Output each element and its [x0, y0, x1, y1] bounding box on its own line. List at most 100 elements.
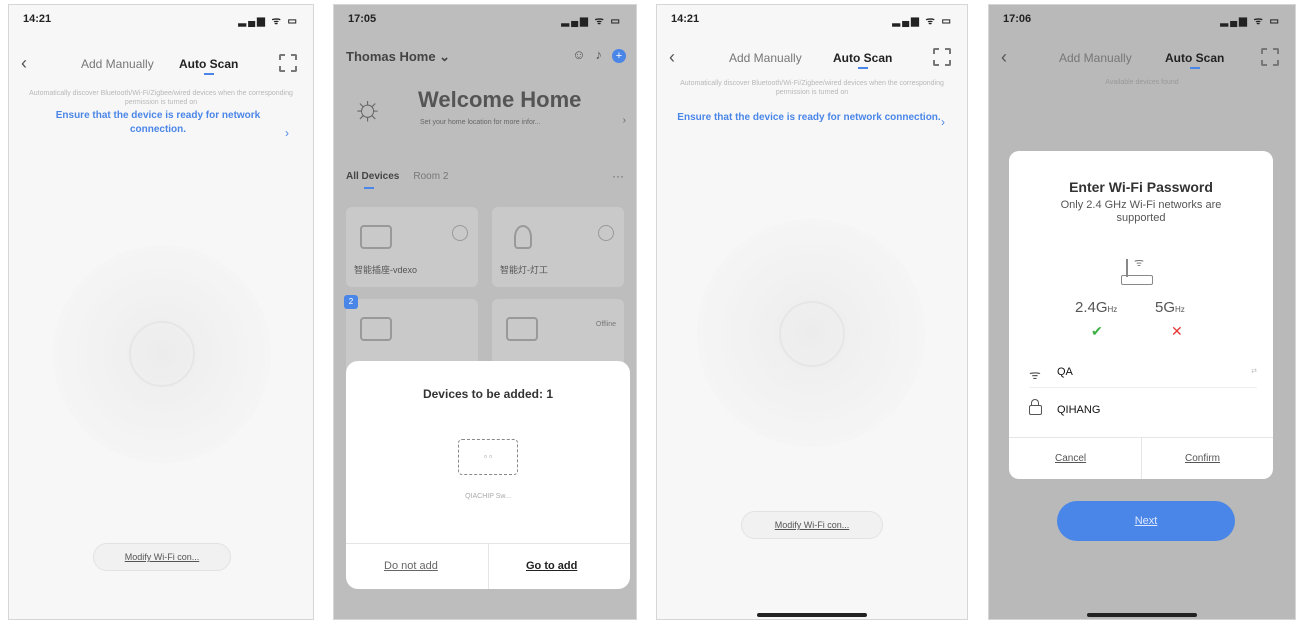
status-time: 14:21 — [23, 13, 52, 25]
tab-indicator — [1190, 67, 1200, 69]
tab-all-devices[interactable]: All Devices — [346, 171, 399, 182]
permission-hint: Automatically discover Bluetooth/Wi-Fi/Z… — [680, 80, 944, 96]
band-5ghz: 5GHz — [1155, 299, 1185, 316]
status-icons: ▂▄▆ ᯤ ▭ — [892, 16, 953, 27]
confirm-button[interactable]: Confirm — [1185, 453, 1220, 464]
wifi-ssid-field[interactable]: ᯤ QA ⇄ — [1029, 359, 1257, 388]
radar-center — [779, 301, 845, 367]
tab-add-manually[interactable]: Add Manually — [81, 57, 154, 71]
cross-icon: ✕ — [1171, 323, 1183, 339]
add-device-icon[interactable]: + — [612, 49, 626, 63]
switch-icon — [360, 317, 392, 341]
chevron-right-icon: › — [285, 126, 289, 140]
power-icon[interactable] — [452, 225, 468, 241]
status-bar: 14:21 ▂▄▆ ᯤ ▭ — [23, 13, 299, 27]
radar-center — [129, 321, 195, 387]
router-icon: ᯤ — [1121, 251, 1153, 285]
status-bar: 17:06 ▂▄▆ ᯤ ▭ — [1003, 13, 1281, 27]
device-name: 智能灯-灯工 — [500, 265, 548, 275]
divider — [1141, 437, 1142, 479]
switch-icon — [506, 317, 538, 341]
home-indicator — [757, 613, 867, 617]
lock-icon — [1029, 399, 1042, 415]
header-actions: ☺♪ + — [572, 47, 626, 63]
chevron-right-icon: › — [941, 115, 945, 129]
dialog-subtitle: Only 2.4 GHz Wi-Fi networks are supporte… — [1060, 199, 1222, 224]
found-device-icon: ▫ ▫ — [458, 439, 518, 475]
home-indicator — [1087, 613, 1197, 617]
wifi-password-dialog: Enter Wi-Fi Password Only 2.4 GHz Wi-Fi … — [1009, 151, 1273, 479]
welcome-subtitle[interactable]: Set your home location for more infor... — [420, 119, 541, 126]
more-icon[interactable]: ··· — [612, 169, 624, 183]
device-card[interactable]: 智能插座-vdexo — [346, 207, 478, 287]
tab-auto-scan[interactable]: Auto Scan — [179, 57, 238, 71]
tab-indicator — [364, 187, 374, 189]
go-to-add-button[interactable]: Go to add — [526, 560, 577, 572]
tab-add-manually[interactable]: Add Manually — [1059, 51, 1132, 65]
top-nav: ‹ Add Manually Auto Scan — [9, 53, 313, 77]
wifi-icon: ᯤ — [1134, 257, 1145, 269]
device-card[interactable]: 智能灯-灯工 — [492, 207, 624, 287]
phone-screen-auto-scan: 14:21 ▂▄▆ ᯤ ▭ ‹ Add Manually Auto Scan A… — [8, 4, 314, 620]
ensure-ready-link[interactable]: Ensure that the device is ready for netw… — [675, 111, 943, 125]
scan-qr-icon[interactable] — [279, 54, 297, 72]
welcome-title: Welcome Home — [418, 87, 582, 112]
phone-screen-home: 17:05 ▂▄▆ ᯤ ▭ Thomas Home ⌄ ☺♪ + ☼ Welcom… — [333, 4, 637, 620]
tab-room-2[interactable]: Room 2 — [413, 171, 448, 182]
tab-indicator — [858, 67, 868, 69]
divider — [488, 543, 489, 589]
status-time: 17:05 — [348, 13, 377, 25]
password-value: QIHANG — [1057, 404, 1101, 416]
phone-screen-auto-scan: 14:21 ▂▄▆ ᯤ ▭ ‹ Add Manually Auto Scan A… — [656, 4, 968, 620]
scanning-radar — [697, 219, 925, 447]
status-bar: 17:05 ▂▄▆ ᯤ ▭ — [348, 13, 622, 27]
devices-to-add-sheet: Devices to be added: 1 ▫ ▫ QIACHIP Sw...… — [346, 361, 630, 589]
status-icons: ▂▄▆ ᯤ ▭ — [561, 16, 622, 27]
home-selector[interactable]: Thomas Home ⌄ — [346, 49, 450, 65]
tab-indicator — [204, 73, 214, 75]
permission-hint: Automatically discover Bluetooth/Wi-Fi/Z… — [29, 90, 293, 106]
tab-auto-scan[interactable]: Auto Scan — [833, 51, 892, 65]
phone-screen-wifi-password: 17:06 ▂▄▆ ᯤ ▭ ‹ Add Manually Auto Scan A… — [988, 4, 1296, 620]
dialog-title: Enter Wi-Fi Password — [1069, 179, 1213, 195]
scan-qr-icon[interactable] — [1261, 48, 1279, 66]
bulb-icon — [514, 225, 532, 249]
room-tabs: All Devices Room 2 — [346, 171, 448, 189]
tab-auto-scan[interactable]: Auto Scan — [1165, 51, 1224, 65]
status-bar: 14:21 ▂▄▆ ᯤ ▭ — [671, 13, 953, 27]
next-button[interactable]: Next — [1057, 501, 1235, 541]
chevron-right-icon: › — [622, 115, 626, 126]
scan-qr-icon[interactable] — [933, 48, 951, 66]
mic-icon[interactable]: ♪ — [596, 47, 613, 62]
back-icon[interactable]: ‹ — [669, 47, 675, 67]
switch-network-icon[interactable]: ⇄ — [1251, 367, 1257, 375]
sun-icon: ☼ — [352, 89, 384, 127]
back-icon[interactable]: ‹ — [1001, 47, 1007, 67]
ensure-ready-link[interactable]: Ensure that the device is ready for netw… — [27, 109, 289, 137]
device-name: 智能插座-vdexo — [354, 265, 418, 275]
status-time: 14:21 — [671, 13, 700, 25]
status-icons: ▂▄▆ ᯤ ▭ — [238, 16, 299, 27]
modify-wifi-button[interactable]: Modify Wi-Fi con... — [93, 543, 231, 571]
check-icon: ✔ — [1091, 323, 1103, 339]
ssid-value: QA — [1057, 366, 1073, 378]
top-nav: ‹ Add Manually Auto Scan — [657, 47, 967, 71]
offline-label: Offline — [595, 321, 616, 328]
status-icons: ▂▄▆ ᯤ ▭ — [1220, 16, 1281, 27]
power-icon[interactable] — [598, 225, 614, 241]
wifi-icon: ᯤ — [1029, 367, 1041, 382]
wifi-password-field[interactable]: QIHANG — [1029, 397, 1257, 425]
available-devices-label: Available devices found — [1105, 79, 1179, 86]
cancel-button[interactable]: Cancel — [1055, 453, 1086, 464]
scanning-radar — [53, 245, 271, 463]
modify-wifi-button[interactable]: Modify Wi-Fi con... — [741, 511, 883, 539]
socket-icon — [360, 225, 392, 249]
count-badge: 2 — [344, 295, 358, 309]
found-device-name: QIACHIP Sw... — [465, 493, 511, 500]
top-nav: ‹ Add Manually Auto Scan — [989, 47, 1295, 71]
tab-add-manually[interactable]: Add Manually — [729, 51, 802, 65]
ai-assistant-icon[interactable]: ☺ — [572, 47, 595, 62]
band-24ghz: 2.4GHz — [1075, 299, 1118, 316]
do-not-add-button[interactable]: Do not add — [384, 560, 438, 572]
back-icon[interactable]: ‹ — [21, 53, 27, 73]
